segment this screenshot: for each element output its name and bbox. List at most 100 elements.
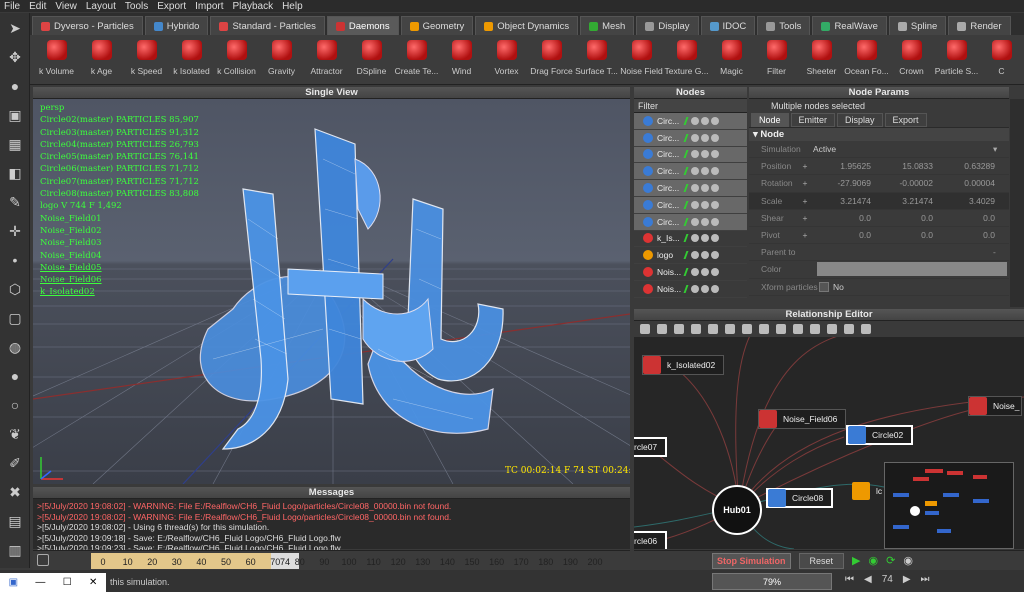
param-value-field[interactable]: 0.00004 — [937, 178, 999, 188]
grid-view-icon[interactable]: ▦ — [4, 133, 26, 155]
node-row[interactable]: logo — [634, 247, 747, 265]
toggle-icon[interactable] — [691, 200, 699, 209]
toggle-icon[interactable] — [691, 284, 699, 293]
plus-icon[interactable]: + — [797, 213, 813, 223]
param-scale[interactable]: Scale +3.21474 3.21474 3.4029 — [749, 192, 1009, 210]
check-icon[interactable] — [683, 200, 691, 209]
rel-tool-icon[interactable] — [861, 324, 871, 334]
node-row[interactable]: Circ... — [634, 146, 747, 164]
toggle-icon[interactable] — [701, 167, 709, 176]
plus-icon[interactable]: + — [797, 178, 813, 188]
sphere-wire-icon[interactable]: ◍ — [4, 336, 26, 358]
tab-standard-particles[interactable]: Standard - Particles — [210, 16, 325, 35]
menu-file[interactable]: File — [4, 1, 20, 12]
toggle-icon[interactable] — [711, 251, 719, 260]
check-icon[interactable] — [683, 116, 691, 125]
param-value-field[interactable]: 0.0 — [813, 213, 875, 223]
tab-render[interactable]: Render — [948, 16, 1011, 35]
param-parent[interactable]: Parent to - — [749, 244, 1009, 262]
param-value-field[interactable]: -27.9069 — [813, 178, 875, 188]
box-icon[interactable]: ⬡ — [4, 278, 26, 300]
param-value-field[interactable]: 0.0 — [875, 213, 937, 223]
params-scrollbar[interactable] — [1010, 99, 1024, 307]
parent-value[interactable]: - — [993, 247, 996, 257]
rel-node-k-isolated02[interactable]: k_Isolated02 — [642, 355, 725, 375]
toggle-icon[interactable] — [711, 268, 719, 277]
node-row[interactable]: Nois... — [634, 264, 747, 281]
param-value-field[interactable]: 1.95625 — [813, 161, 875, 171]
rel-node-noise-field06[interactable]: Noise_Field06 — [758, 409, 847, 429]
close-icon[interactable]: ✕ — [89, 577, 97, 588]
tool-drag-force[interactable]: Drag Force — [529, 35, 574, 85]
toggle-icon[interactable] — [691, 234, 699, 243]
tool-surface-t-[interactable]: Surface T... — [574, 35, 619, 85]
menu-edit[interactable]: Edit — [29, 1, 46, 12]
tab-dyverso-particles[interactable]: Dyverso - Particles — [32, 16, 143, 35]
plus-icon[interactable]: + — [797, 196, 813, 206]
toggle-icon[interactable] — [701, 150, 709, 159]
brush-icon[interactable]: ✐ — [4, 452, 26, 474]
tab-spline[interactable]: Spline — [888, 16, 947, 35]
rel-tool-icon[interactable] — [657, 324, 667, 334]
tool-particle-s-[interactable]: Particle S... — [934, 35, 979, 85]
menu-view[interactable]: View — [55, 1, 77, 12]
check-icon[interactable] — [683, 133, 691, 142]
rel-tool-icon[interactable] — [640, 324, 650, 334]
check-icon[interactable] — [683, 251, 691, 260]
param-value-field[interactable]: -0.00002 — [875, 178, 937, 188]
params-tab-node[interactable]: Node — [751, 113, 789, 127]
param-value-field[interactable]: 0.0 — [875, 230, 937, 240]
node-row[interactable]: Circ... — [634, 113, 747, 130]
tool-k-speed[interactable]: k Speed — [124, 35, 169, 85]
tool-k-age[interactable]: k Age — [79, 35, 124, 85]
tab-display[interactable]: Display — [636, 16, 699, 35]
toggle-icon[interactable] — [691, 268, 699, 277]
layers-icon[interactable]: ◧ — [4, 162, 26, 184]
node-row[interactable]: Circ... — [634, 129, 747, 147]
node-row[interactable]: Circ... — [634, 213, 747, 231]
last-frame-icon[interactable]: ⏭ — [921, 574, 930, 585]
params-tab-export[interactable]: Export — [884, 113, 927, 127]
toggle-icon[interactable] — [711, 150, 719, 159]
next-frame-icon[interactable]: ▶ — [903, 574, 911, 585]
toggle-icon[interactable] — [691, 184, 699, 193]
tool-magic[interactable]: Magic — [709, 35, 754, 85]
axis-icon[interactable]: ✛ — [4, 220, 26, 242]
rel-tool-icon[interactable] — [776, 324, 786, 334]
node-row[interactable]: Circ... — [634, 163, 747, 181]
menu-import[interactable]: Import — [195, 1, 223, 12]
toggle-icon[interactable] — [701, 184, 709, 193]
rel-tool-icon[interactable] — [844, 324, 854, 334]
menu-layout[interactable]: Layout — [86, 1, 116, 12]
tab-tools[interactable]: Tools — [757, 16, 811, 35]
rel-tool-icon[interactable] — [759, 324, 769, 334]
minimized-window[interactable]: ▣ — ☐ ✕ — [0, 573, 106, 592]
leaf-icon[interactable]: ❦ — [4, 423, 26, 445]
tool-filter[interactable]: Filter — [754, 35, 799, 85]
prev-frame-icon[interactable]: ◀ — [864, 574, 872, 585]
check-icon[interactable] — [683, 268, 691, 277]
tab-daemons[interactable]: Daemons — [326, 16, 399, 35]
param-value-field[interactable]: 0.63289 — [937, 161, 999, 171]
eye-icon[interactable]: ◉ — [903, 554, 913, 567]
rel-tool-icon[interactable] — [725, 324, 735, 334]
loop-icon[interactable]: ⟳ — [886, 554, 895, 567]
check-icon[interactable] — [683, 284, 691, 293]
param-xform[interactable]: Xform particles No — [749, 279, 1009, 296]
tool-attractor[interactable]: Attractor — [304, 35, 349, 85]
tool-k-isolated[interactable]: k Isolated — [169, 35, 214, 85]
save-icon[interactable]: ▤ — [4, 510, 26, 532]
params-tab-display[interactable]: Display — [837, 113, 883, 127]
tool-sheeter[interactable]: Sheeter — [799, 35, 844, 85]
tool-noise-field[interactable]: Noise Field — [619, 35, 664, 85]
sphere-smooth-icon[interactable]: ○ — [4, 394, 26, 416]
xform-checkbox[interactable] — [819, 281, 829, 292]
eraser-icon[interactable]: ✖ — [4, 481, 26, 503]
rel-node-circle08[interactable]: Circle08 — [766, 488, 834, 508]
node-row[interactable]: k_Is... — [634, 231, 747, 248]
color-swatch[interactable] — [817, 262, 1007, 277]
node-row[interactable]: Nois... — [634, 281, 747, 298]
minimize-icon[interactable]: — — [35, 577, 45, 588]
rel-tool-icon[interactable] — [793, 324, 803, 334]
tool-texture-g-[interactable]: Texture G... — [664, 35, 709, 85]
